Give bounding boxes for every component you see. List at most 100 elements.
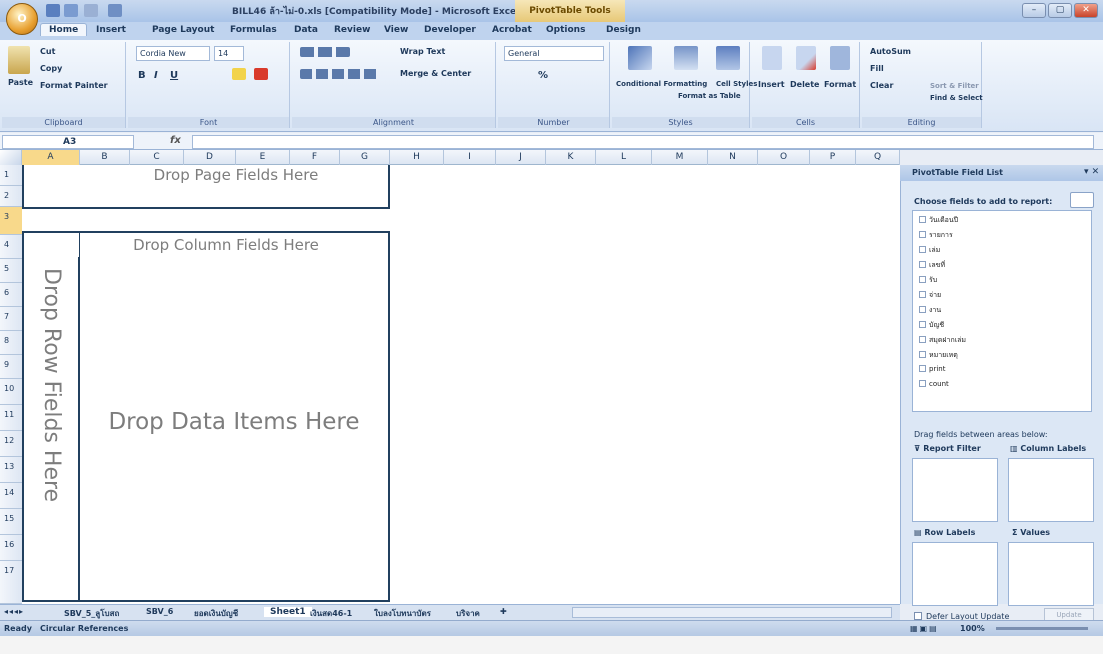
- tab-page-layout[interactable]: Page Layout: [152, 25, 214, 35]
- field-item[interactable]: count: [919, 380, 949, 388]
- select-all-corner[interactable]: [0, 150, 22, 165]
- clear-button[interactable]: Clear: [870, 81, 893, 90]
- field-item[interactable]: print: [919, 365, 945, 373]
- zoom-slider[interactable]: [996, 627, 1088, 630]
- column-header[interactable]: K: [546, 150, 596, 165]
- new-sheet-icon[interactable]: ✚: [500, 607, 507, 616]
- sheet-tab[interactable]: SBV_6: [146, 607, 173, 616]
- copy-button[interactable]: Copy: [40, 64, 62, 73]
- font-size-select[interactable]: 14: [214, 46, 244, 61]
- field-item[interactable]: เลขที่: [919, 260, 945, 271]
- row-header[interactable]: 6: [0, 283, 22, 307]
- format-cells-icon[interactable]: [830, 46, 850, 70]
- format-table-icon[interactable]: [674, 46, 698, 70]
- format-painter-button[interactable]: Format Painter: [40, 81, 108, 90]
- column-header[interactable]: N: [708, 150, 758, 165]
- row-header[interactable]: 1: [0, 165, 22, 186]
- field-item[interactable]: เล่ม: [919, 245, 940, 256]
- wrap-text-button[interactable]: Wrap Text: [400, 47, 445, 56]
- row-header[interactable]: 5: [0, 259, 22, 283]
- office-button[interactable]: O: [6, 3, 38, 35]
- row-header[interactable]: 17: [0, 561, 22, 604]
- cut-button[interactable]: Cut: [40, 47, 55, 56]
- sheet-tab[interactable]: ยอดเงินบัญชี: [194, 607, 238, 620]
- selected-cell-a3[interactable]: [22, 231, 80, 259]
- insert-button[interactable]: Insert: [758, 80, 785, 89]
- quick-access-icon[interactable]: [108, 4, 122, 17]
- redo-icon[interactable]: [84, 4, 98, 17]
- row-header[interactable]: 10: [0, 379, 22, 405]
- merge-center-button[interactable]: Merge & Center: [400, 69, 471, 78]
- column-header[interactable]: D: [184, 150, 236, 165]
- sheet-tab[interactable]: SBV_5_ลูโบสถ: [64, 607, 119, 620]
- row-header[interactable]: 11: [0, 405, 22, 431]
- column-header[interactable]: B: [80, 150, 130, 165]
- minimize-button[interactable]: –: [1022, 3, 1046, 18]
- conditional-formatting-button[interactable]: Conditional Formatting: [616, 80, 707, 88]
- bold-button[interactable]: B: [138, 70, 146, 81]
- sheet-tab[interactable]: บริจาค: [456, 607, 480, 620]
- tab-developer[interactable]: Developer: [424, 25, 476, 35]
- formula-input[interactable]: [192, 135, 1094, 149]
- row-header[interactable]: 15: [0, 509, 22, 535]
- column-header[interactable]: J: [496, 150, 546, 165]
- tab-view[interactable]: View: [384, 25, 408, 35]
- column-header[interactable]: L: [596, 150, 652, 165]
- tab-acrobat[interactable]: Acrobat: [492, 25, 532, 35]
- cell-styles-icon[interactable]: [716, 46, 740, 70]
- row-header[interactable]: 14: [0, 483, 22, 509]
- column-header[interactable]: I: [444, 150, 496, 165]
- align-icons[interactable]: [300, 47, 350, 57]
- insert-cells-icon[interactable]: [762, 46, 782, 70]
- row-header[interactable]: 9: [0, 355, 22, 379]
- sheet-tab-active[interactable]: Sheet1: [264, 607, 312, 617]
- field-item[interactable]: จ่าย: [919, 290, 941, 301]
- column-header[interactable]: E: [236, 150, 290, 165]
- row-header[interactable]: 3: [0, 207, 22, 235]
- column-header[interactable]: M: [652, 150, 708, 165]
- row-header[interactable]: 12: [0, 431, 22, 457]
- column-header[interactable]: H: [390, 150, 444, 165]
- row-header[interactable]: 4: [0, 235, 22, 259]
- conditional-formatting-icon[interactable]: [628, 46, 652, 70]
- save-icon[interactable]: [46, 4, 60, 17]
- field-item[interactable]: งาน: [919, 305, 941, 316]
- drop-data-items[interactable]: Drop Data Items Here: [78, 257, 390, 602]
- italic-button[interactable]: I: [154, 70, 158, 81]
- tab-home[interactable]: Home: [40, 23, 88, 36]
- tab-design[interactable]: Design: [606, 25, 641, 35]
- row-header[interactable]: 16: [0, 535, 22, 561]
- column-header[interactable]: A: [22, 150, 80, 165]
- restore-button[interactable]: ▢: [1048, 3, 1072, 18]
- drop-page-fields[interactable]: Drop Page Fields Here: [22, 165, 390, 209]
- tab-insert[interactable]: Insert: [96, 25, 126, 35]
- paste-icon[interactable]: [8, 46, 30, 74]
- sort-filter-button[interactable]: Sort & Filter: [930, 82, 979, 90]
- fill-color-icon[interactable]: [232, 68, 246, 80]
- close-button[interactable]: ✕: [1074, 3, 1098, 18]
- delete-cells-icon[interactable]: [796, 46, 816, 70]
- autosum-button[interactable]: AutoSum: [870, 47, 911, 56]
- format-as-table-button[interactable]: Format as Table: [678, 92, 741, 100]
- layout-options-icon[interactable]: [1070, 192, 1094, 208]
- field-item[interactable]: บัญชี: [919, 320, 944, 331]
- fx-icon[interactable]: fx: [170, 135, 190, 149]
- name-box[interactable]: A3: [2, 135, 134, 149]
- align-row2-icons[interactable]: [300, 69, 380, 79]
- font-name-select[interactable]: Cordia New: [136, 46, 210, 61]
- field-item[interactable]: หมายเหตุ: [919, 350, 958, 361]
- fill-button[interactable]: Fill: [870, 64, 884, 73]
- tab-options[interactable]: Options: [546, 25, 585, 35]
- field-item[interactable]: วันเดือนปี: [919, 215, 958, 226]
- pane-close-icon[interactable]: ▾ ✕: [1084, 167, 1099, 177]
- column-header[interactable]: C: [130, 150, 184, 165]
- row-header[interactable]: 13: [0, 457, 22, 483]
- delete-button[interactable]: Delete: [790, 80, 819, 89]
- column-header[interactable]: O: [758, 150, 810, 165]
- report-filter-area[interactable]: [912, 458, 998, 522]
- sheet-nav-icons[interactable]: ◂◂◂▸: [4, 607, 24, 616]
- row-header[interactable]: 8: [0, 331, 22, 355]
- column-header[interactable]: P: [810, 150, 856, 165]
- horizontal-scrollbar[interactable]: [572, 607, 892, 618]
- tab-formulas[interactable]: Formulas: [230, 25, 277, 35]
